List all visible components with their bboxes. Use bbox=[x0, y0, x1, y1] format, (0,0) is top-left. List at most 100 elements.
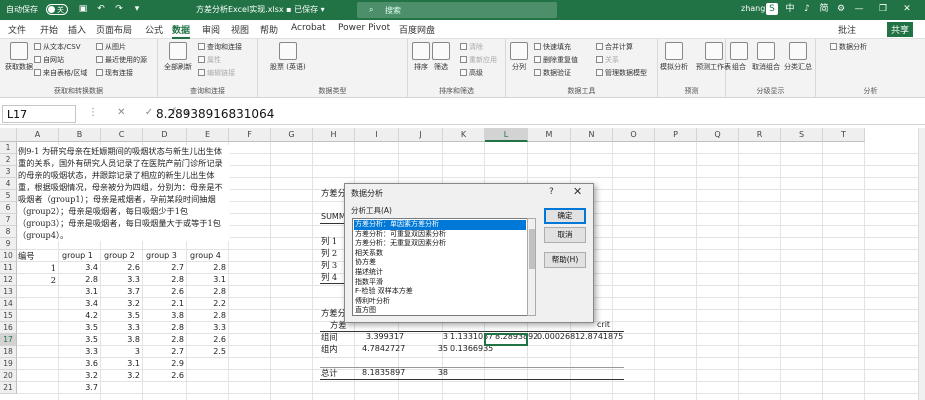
data-validation-button[interactable]: 数据验证 bbox=[534, 68, 571, 78]
analysis-tool-item[interactable]: 方差分析：无重复双因素分析 bbox=[354, 239, 526, 249]
close-window-icon[interactable]: ✕ bbox=[900, 2, 914, 16]
search-box[interactable]: ⌕ 搜索 bbox=[357, 2, 557, 18]
sort-button[interactable]: 排序 bbox=[412, 42, 430, 72]
tab-insert[interactable]: 插入 bbox=[68, 23, 86, 36]
tab-page-layout[interactable]: 页面布局 bbox=[96, 23, 132, 36]
row-header-7[interactable]: 7 bbox=[0, 214, 17, 226]
from-text-csv-button[interactable]: 从文本/CSV bbox=[34, 42, 80, 52]
ime-icon[interactable]: S bbox=[766, 3, 778, 15]
column-header-L[interactable]: L bbox=[485, 128, 528, 142]
cancel-button[interactable]: 取消 bbox=[544, 227, 586, 243]
ime-chinese-icon[interactable]: 中 bbox=[783, 2, 797, 16]
recent-sources-button[interactable]: 最近使用的源 bbox=[96, 55, 147, 65]
relationships-button[interactable]: 关系 bbox=[596, 55, 619, 65]
column-header-D[interactable]: D bbox=[143, 128, 187, 142]
column-header-B[interactable]: B bbox=[59, 128, 101, 142]
row-header-20[interactable]: 20 bbox=[0, 370, 17, 382]
restore-icon[interactable]: ❐ bbox=[876, 2, 890, 16]
column-header-J[interactable]: J bbox=[399, 128, 443, 142]
from-web-button[interactable]: 自网站 bbox=[34, 55, 64, 65]
column-header-P[interactable]: P bbox=[655, 128, 697, 142]
ungroup-button[interactable]: 取消组合 bbox=[752, 42, 780, 72]
text-to-columns-button[interactable]: 分列 bbox=[510, 42, 528, 72]
tab-acrobat[interactable]: Acrobat bbox=[291, 23, 326, 33]
dialog-close-icon[interactable]: ✕ bbox=[573, 185, 582, 198]
remove-duplicates-button[interactable]: 删除重复值 bbox=[534, 55, 578, 65]
column-header-G[interactable]: G bbox=[271, 128, 313, 142]
row-header-13[interactable]: 13 bbox=[0, 286, 17, 298]
select-all-corner[interactable] bbox=[0, 128, 17, 142]
manage-data-model-button[interactable]: 管理数据模型 bbox=[596, 68, 647, 78]
tab-home[interactable]: 开始 bbox=[40, 23, 58, 36]
properties-button[interactable]: 属性 bbox=[198, 55, 221, 65]
stocks-button[interactable]: 股票 (英语) bbox=[270, 42, 306, 72]
row-header-19[interactable]: 19 bbox=[0, 358, 17, 370]
flash-fill-button[interactable]: 快速填充 bbox=[534, 42, 571, 52]
existing-connections-button[interactable]: 现有连接 bbox=[96, 68, 133, 78]
redo-icon[interactable]: ↷ bbox=[112, 2, 126, 16]
ime-music-icon[interactable]: ♪ bbox=[800, 2, 814, 16]
row-header-5[interactable]: 5 bbox=[0, 190, 17, 202]
scroll-thumb[interactable] bbox=[529, 229, 535, 269]
analysis-tool-item[interactable]: 描述统计 bbox=[354, 268, 526, 278]
filter-button[interactable]: 筛选 bbox=[432, 42, 450, 72]
comments-button[interactable]: 批注 bbox=[838, 23, 856, 36]
analysis-tool-item[interactable]: 方差分析：单因素方差分析 bbox=[354, 220, 526, 230]
list-scrollbar[interactable] bbox=[527, 218, 536, 316]
tab-power-pivot[interactable]: Power Pivot bbox=[338, 23, 390, 33]
share-button[interactable]: 共享 bbox=[887, 22, 914, 37]
row-header-9[interactable]: 9 bbox=[0, 238, 17, 250]
analysis-tool-item[interactable]: 指数平滑 bbox=[354, 278, 526, 288]
tab-view[interactable]: 视图 bbox=[231, 23, 249, 36]
column-header-R[interactable]: R bbox=[739, 128, 781, 142]
dialog-help-icon[interactable]: ? bbox=[549, 187, 554, 197]
tab-review[interactable]: 审阅 bbox=[202, 23, 220, 36]
column-header-A[interactable]: A bbox=[17, 128, 59, 142]
row-header-2[interactable]: 2 bbox=[0, 154, 17, 166]
column-header-F[interactable]: F bbox=[229, 128, 271, 142]
from-picture-button[interactable]: 从图片 bbox=[96, 42, 126, 52]
name-box[interactable]: L17 bbox=[2, 105, 76, 123]
column-header-Q[interactable]: Q bbox=[697, 128, 739, 142]
what-if-button[interactable]: 模拟分析 bbox=[660, 42, 688, 72]
refresh-all-button[interactable]: 全部刷新 bbox=[164, 42, 192, 72]
vertical-scrollbar[interactable] bbox=[918, 128, 925, 400]
row-header-4[interactable]: 4 bbox=[0, 178, 17, 190]
column-header-M[interactable]: M bbox=[528, 128, 571, 142]
column-header-N[interactable]: N bbox=[571, 128, 613, 142]
row-header-3[interactable]: 3 bbox=[0, 166, 17, 178]
save-icon[interactable]: ▣ bbox=[76, 2, 90, 16]
row-header-11[interactable]: 11 bbox=[0, 262, 17, 274]
tab-file[interactable]: 文件 bbox=[8, 23, 26, 36]
subtotal-button[interactable]: 分类汇总 bbox=[784, 42, 812, 72]
analysis-tool-item[interactable]: 协方差 bbox=[354, 258, 526, 268]
row-header-8[interactable]: 8 bbox=[0, 226, 17, 238]
row-header-18[interactable]: 18 bbox=[0, 346, 17, 358]
analysis-tool-item[interactable]: 傅利叶分析 bbox=[354, 297, 526, 307]
ime-settings-icon[interactable]: ⚙ bbox=[834, 2, 848, 16]
minimize-icon[interactable]: — bbox=[852, 2, 866, 16]
queries-connections-button[interactable]: 查询和连接 bbox=[198, 42, 242, 52]
selected-cell-L17[interactable] bbox=[484, 333, 528, 346]
from-table-button[interactable]: 来自表格/区域 bbox=[34, 68, 87, 78]
analysis-tool-item[interactable]: F-检验 双样本方差 bbox=[354, 287, 526, 297]
row-header-10[interactable]: 10 bbox=[0, 250, 17, 262]
group-button[interactable]: 组合 bbox=[730, 42, 748, 72]
row-header-17[interactable]: 17 bbox=[0, 334, 17, 346]
get-data-button[interactable]: 获取数据 bbox=[5, 42, 33, 72]
column-header-K[interactable]: K bbox=[443, 128, 485, 142]
row-header-15[interactable]: 15 bbox=[0, 310, 17, 322]
row-header-6[interactable]: 6 bbox=[0, 202, 17, 214]
row-header-12[interactable]: 12 bbox=[0, 274, 17, 286]
tab-help[interactable]: 帮助 bbox=[260, 23, 278, 36]
help-button[interactable]: 帮助(H) bbox=[544, 252, 586, 268]
analysis-tools-list[interactable]: 方差分析：单因素方差分析 方差分析：可重复双因素分析 方差分析：无重复双因素分析 相关… bbox=[352, 218, 536, 316]
column-header-H[interactable]: H bbox=[313, 128, 355, 142]
column-header-S[interactable]: S bbox=[781, 128, 823, 142]
tab-baidu-netdisk[interactable]: 百度网盘 bbox=[399, 23, 435, 36]
data-analysis-button[interactable]: 数据分析 bbox=[830, 42, 867, 52]
column-header-E[interactable]: E bbox=[187, 128, 229, 142]
edit-links-button[interactable]: 编辑链接 bbox=[198, 68, 235, 78]
column-header-T[interactable]: T bbox=[823, 128, 865, 142]
analysis-tool-item[interactable]: 直方图 bbox=[354, 306, 526, 315]
